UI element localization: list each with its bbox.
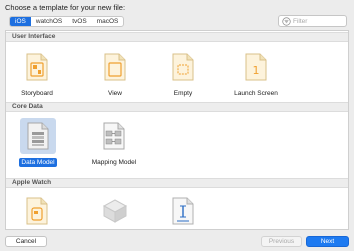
template-watch-storyboard[interactable] (12, 193, 62, 229)
template-label: Data Model (19, 158, 57, 167)
section-core-data: Core Data (6, 102, 348, 112)
template-view[interactable]: View (90, 49, 140, 98)
watch-cube-icon (102, 199, 128, 223)
filter-input[interactable] (293, 17, 343, 25)
tab-ios[interactable]: iOS (10, 17, 31, 26)
tab-watchos[interactable]: watchOS (31, 17, 67, 26)
template-label: Launch Screen (234, 90, 278, 97)
template-launch-screen[interactable]: 1 Launch Screen (226, 49, 286, 98)
template-watch-strings[interactable] (158, 193, 208, 229)
previous-button[interactable]: Previous (261, 236, 302, 247)
template-mapping-model[interactable]: Mapping Model (82, 118, 146, 167)
section-apple-watch: Apple Watch (6, 178, 348, 188)
template-empty[interactable]: Empty (158, 49, 208, 98)
template-label: Storyboard (21, 90, 53, 97)
template-label: View (108, 90, 122, 97)
tab-tvos[interactable]: tvOS (67, 17, 91, 26)
section-user-interface: User Interface (6, 32, 348, 42)
tab-macos[interactable]: macOS (92, 17, 124, 26)
template-storyboard[interactable]: Storyboard (12, 49, 62, 98)
template-label: Empty (173, 90, 193, 97)
template-label: Mapping Model (91, 159, 137, 166)
filter-field[interactable] (278, 15, 347, 27)
storyboard-file-icon (26, 53, 48, 81)
dialog-title: Choose a template for your new file: (5, 3, 126, 12)
template-panel: User Interface Storyboard View Empty 1 L… (5, 30, 349, 230)
launch-screen-file-icon: 1 (245, 53, 267, 81)
data-model-file-icon (27, 122, 49, 150)
platform-selector[interactable]: iOS watchOS tvOS macOS (9, 16, 125, 27)
svg-text:1: 1 (253, 64, 260, 77)
watch-strings-file-icon (172, 197, 194, 225)
watch-storyboard-file-icon (26, 197, 48, 225)
next-button[interactable]: Next (306, 236, 349, 247)
mapping-model-file-icon (103, 122, 125, 150)
template-data-model[interactable]: Data Model (13, 118, 63, 167)
cancel-button[interactable]: Cancel (5, 236, 47, 247)
template-watch-cube[interactable] (90, 193, 140, 229)
filter-icon (282, 16, 291, 26)
empty-file-icon (172, 53, 194, 81)
view-file-icon (104, 53, 126, 81)
